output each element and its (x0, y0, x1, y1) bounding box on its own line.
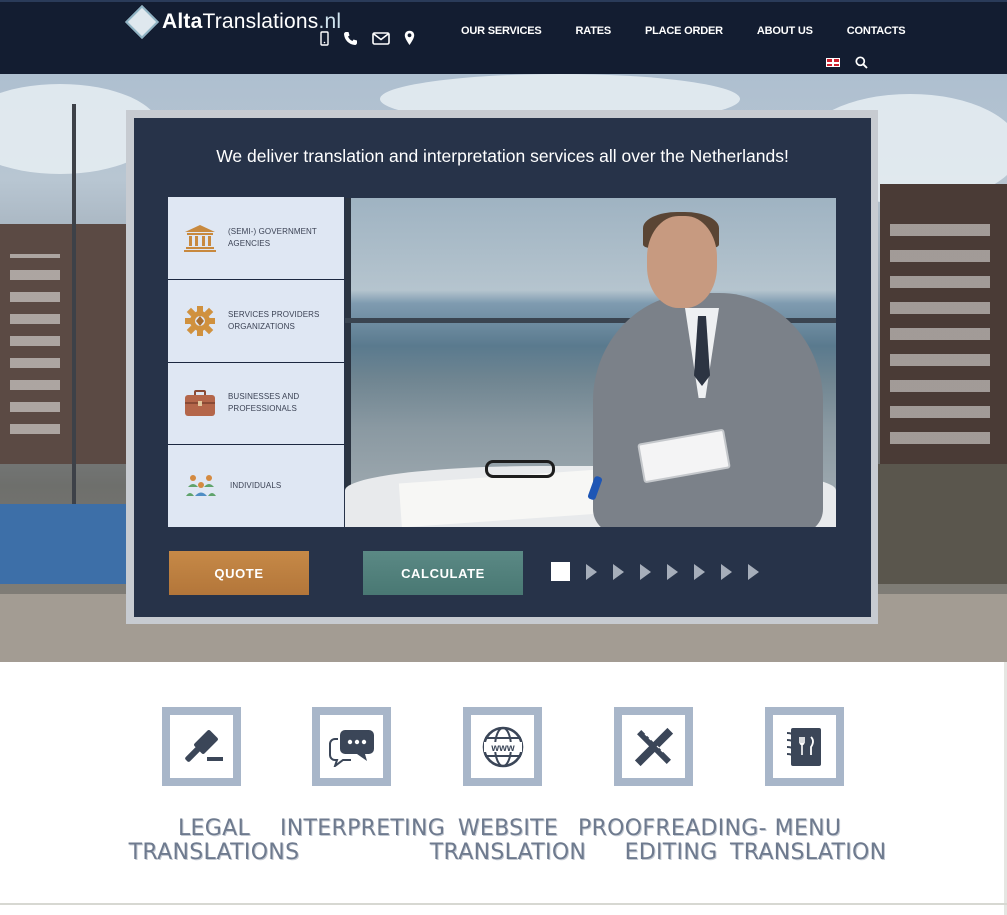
service-interpreting[interactable] (312, 707, 391, 786)
head (647, 216, 717, 308)
slider-dot[interactable] (613, 563, 624, 580)
government-building-icon (184, 221, 216, 255)
slider-dot[interactable] (586, 563, 597, 580)
nav-our-services[interactable]: OUR SERVICES (444, 22, 559, 40)
logo-text-rest: Translations (202, 10, 319, 33)
speech-bubbles-icon (320, 715, 383, 778)
svg-text:www: www (490, 743, 515, 754)
hero-title: We deliver translation and interpretatio… (216, 146, 789, 166)
gavel-icon (170, 715, 233, 778)
location-icon[interactable] (404, 30, 415, 46)
phone-icon[interactable] (343, 31, 358, 46)
nav-contacts[interactable]: CONTACTS (830, 22, 923, 40)
glasses (485, 460, 555, 478)
category-label: BUSINESSES AND PROFESSIONALS (228, 392, 300, 414)
gear-icon (184, 304, 216, 338)
services-section: www LEGAL TRANSLATIONS INTERPRETING WEBS… (0, 662, 1007, 915)
mobile-icon[interactable] (320, 30, 329, 46)
quote-button[interactable]: QUOTE (169, 551, 309, 595)
canal-water (870, 464, 1007, 584)
www-globe-icon: www (471, 715, 534, 778)
service-website[interactable]: www (463, 707, 542, 786)
logo-text-bold: Alta (162, 10, 203, 33)
service-label-menu[interactable]: MENU TRANSLATION (730, 817, 886, 865)
category-label: SERVICES PROVIDERS ORGANIZATIONS (228, 309, 320, 331)
section-divider (0, 903, 1007, 905)
slider-dot[interactable] (694, 563, 705, 580)
people-group-icon (184, 469, 218, 503)
service-menu[interactable] (765, 707, 844, 786)
menu-book-icon (773, 715, 836, 778)
contact-icons (320, 30, 415, 46)
slider-dot[interactable] (640, 563, 651, 580)
hero-photo (345, 198, 836, 527)
crane-mast (72, 104, 76, 504)
category-list: (SEMI-) GOVERNMENT AGENCIES SERVICES PRO… (168, 197, 344, 527)
category-label: (SEMI-) GOVERNMENT AGENCIES (228, 226, 317, 248)
slider-dot-active[interactable] (551, 562, 570, 581)
uk-flag-icon[interactable] (826, 58, 840, 67)
briefcase-icon (184, 386, 216, 420)
category-individuals[interactable]: INDIVIDUALS (168, 445, 344, 527)
service-legal[interactable] (162, 707, 241, 786)
logo-mark-icon (125, 5, 159, 39)
service-label-website[interactable]: WEBSITE TRANSLATION (428, 817, 588, 865)
category-label: INDIVIDUALS (230, 481, 282, 491)
main-nav: OUR SERVICES RATES PLACE ORDER ABOUT US … (444, 22, 922, 40)
nav-about-us[interactable]: ABOUT US (740, 22, 830, 40)
service-label-interpreting[interactable]: INTERPRETING (280, 817, 445, 841)
service-proofreading[interactable] (614, 707, 693, 786)
shop-front (0, 504, 126, 584)
slider-dot[interactable] (748, 563, 759, 580)
mail-icon[interactable] (372, 31, 390, 45)
building-windows (890, 214, 990, 444)
category-service-providers[interactable]: SERVICES PROVIDERS ORGANIZATIONS (168, 279, 344, 362)
building-windows (10, 254, 60, 434)
window-frame (345, 198, 351, 527)
service-label-legal[interactable]: LEGAL TRANSLATIONS (128, 817, 300, 865)
slider-dots (551, 562, 759, 581)
search-icon[interactable] (855, 56, 868, 74)
calculate-button[interactable]: CALCULATE (363, 551, 523, 595)
nav-place-order[interactable]: PLACE ORDER (628, 22, 740, 40)
logo[interactable]: AltaTranslations.nl (125, 5, 341, 39)
site-header: AltaTranslations.nl OUR SERVICES RATES P… (0, 0, 1007, 74)
pencil-ruler-icon (622, 715, 685, 778)
slider-dot[interactable] (667, 563, 678, 580)
nav-rates[interactable]: RATES (559, 22, 628, 40)
category-government[interactable]: (SEMI-) GOVERNMENT AGENCIES (168, 197, 344, 279)
category-businesses[interactable]: BUSINESSES AND PROFESSIONALS (168, 362, 344, 445)
slider-dot[interactable] (721, 563, 732, 580)
